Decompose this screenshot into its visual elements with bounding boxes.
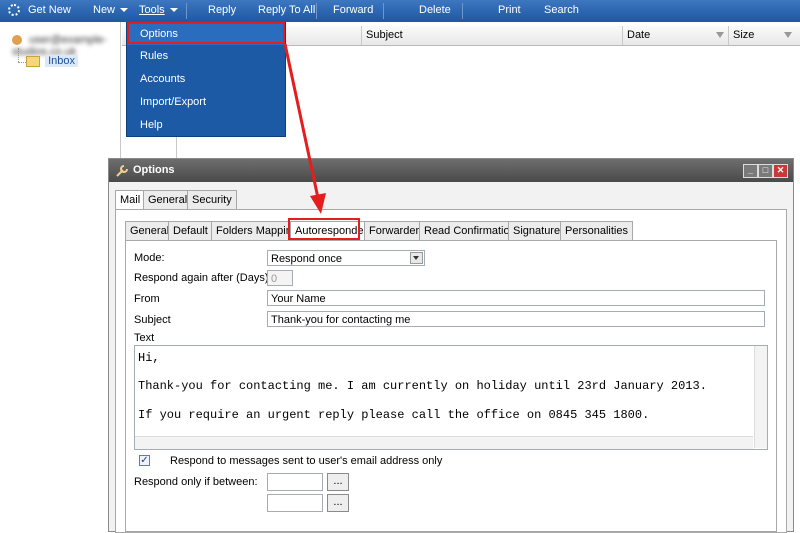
annotation-arrow (283, 43, 326, 214)
autoresponder-highlight (288, 218, 360, 240)
